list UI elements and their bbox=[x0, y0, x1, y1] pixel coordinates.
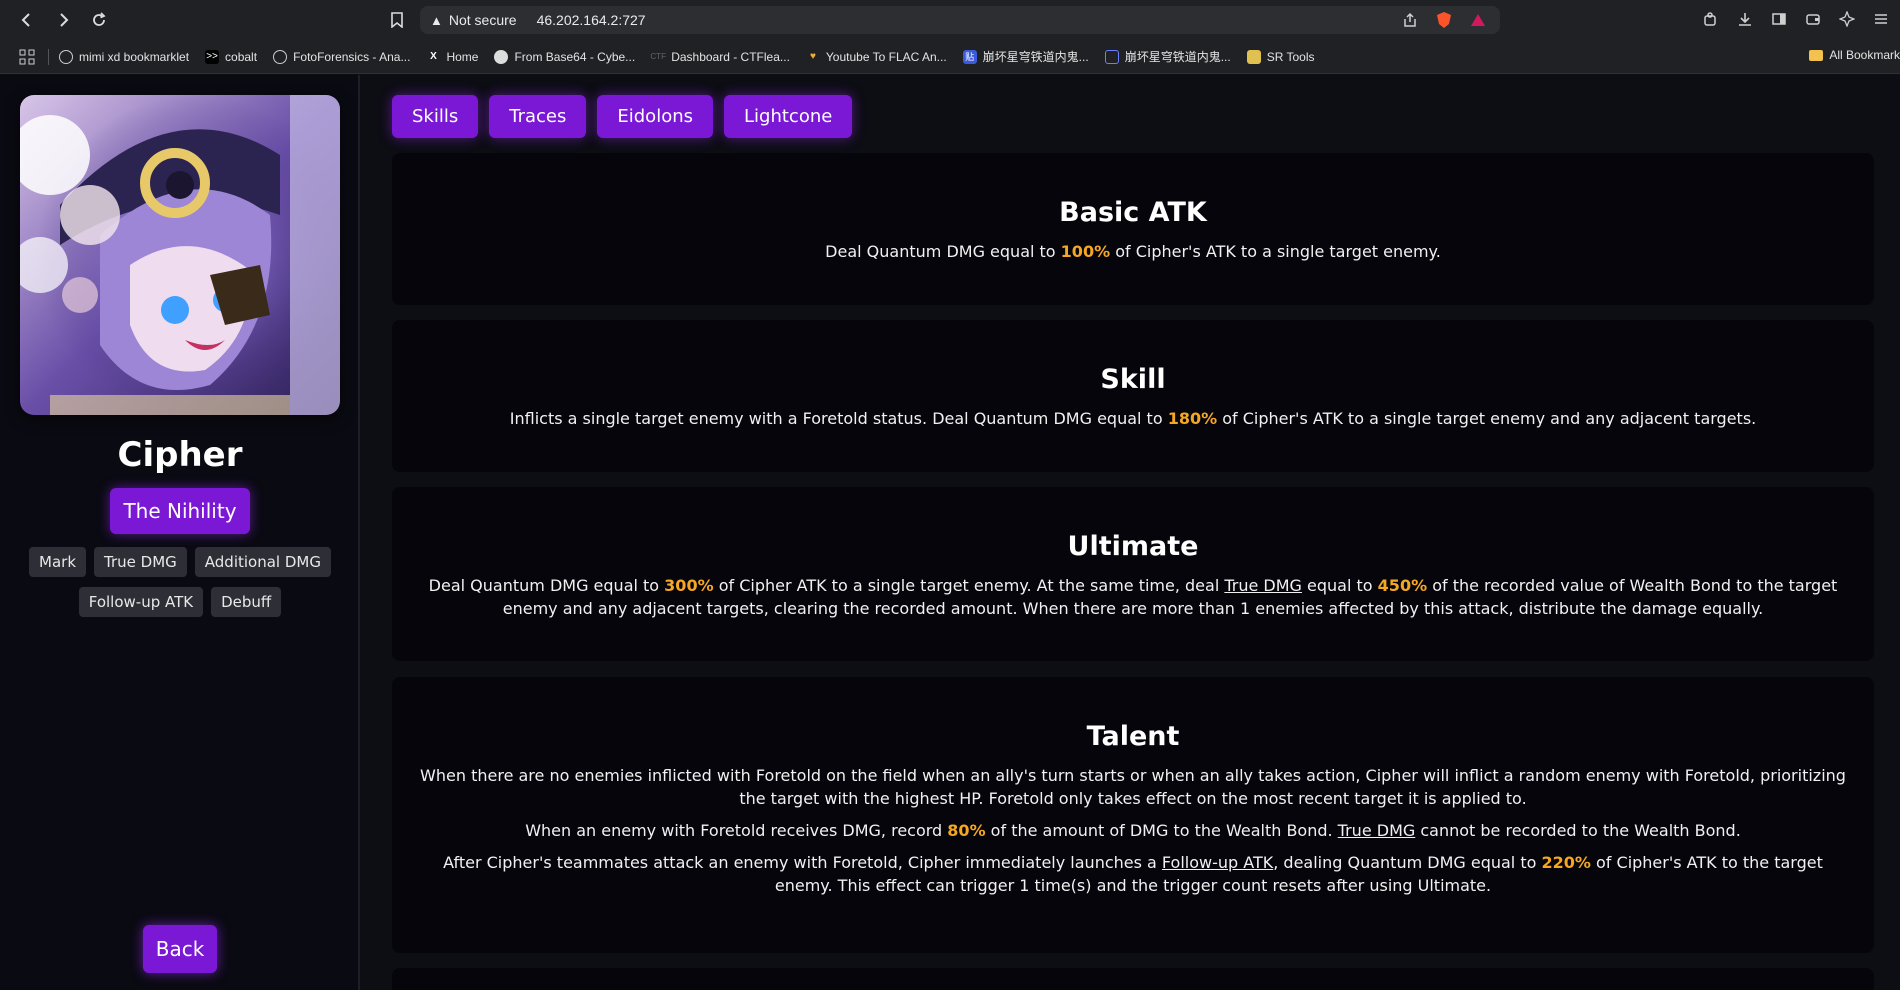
skill-description: Deal Quantum DMG equal to 300% of Cipher… bbox=[428, 576, 1838, 618]
bookmark-item[interactable]: SR Tools bbox=[1246, 49, 1315, 64]
bookmark-label: Dashboard - CTFlea... bbox=[671, 49, 790, 64]
reload-icon[interactable] bbox=[84, 5, 114, 35]
download-icon[interactable] bbox=[1734, 8, 1756, 30]
character-sidebar: Cipher The Nihility Mark True DMG Additi… bbox=[0, 75, 360, 990]
bookmark-item[interactable]: X Home bbox=[426, 50, 478, 64]
tab-lightcone[interactable]: Lightcone bbox=[724, 95, 853, 138]
bookmark-label: Youtube To FLAC An... bbox=[825, 49, 947, 64]
bookmark-item[interactable]: ♥ Youtube To FLAC An... bbox=[806, 50, 947, 64]
skill-description: Inflicts a single target enemy with a Fo… bbox=[509, 409, 1757, 428]
page-content: Cipher The Nihility Mark True DMG Additi… bbox=[0, 75, 1900, 990]
bookmark-label: 崩坏星穹铁道内鬼... bbox=[1124, 50, 1231, 64]
browser-toolbar: ▲ Not secure 46.202.164.2:727 bbox=[0, 0, 1900, 40]
character-portrait bbox=[20, 95, 340, 415]
skill-description: After Cipher's teammates attack an enemy… bbox=[443, 853, 1823, 895]
apps-grid-icon[interactable] bbox=[16, 46, 38, 68]
forward-arrow-icon[interactable] bbox=[48, 5, 78, 35]
character-name: Cipher bbox=[117, 435, 243, 475]
bookmark-label: FotoForensics - Ana... bbox=[293, 49, 411, 64]
security-label[interactable]: Not secure bbox=[449, 12, 517, 28]
skill-card-basic-atk: Basic ATK Deal Quantum DMG equal to 100%… bbox=[392, 153, 1874, 305]
bookmark-item[interactable]: From Base64 - Cybe... bbox=[494, 49, 636, 64]
character-tags: Mark True DMG Additional DMG Follow-up A… bbox=[20, 547, 340, 617]
site-logo-icon bbox=[1104, 49, 1119, 64]
main-panel: Skills Traces Eidolons Lightcone Basic A… bbox=[392, 75, 1874, 990]
tab-skills[interactable]: Skills bbox=[392, 95, 479, 138]
leo-ai-icon[interactable] bbox=[1836, 8, 1858, 30]
tag-additional-dmg: Additional DMG bbox=[194, 547, 331, 577]
aperture-icon bbox=[273, 49, 288, 64]
skill-description: When there are no enemies inflicted with… bbox=[420, 766, 1846, 808]
back-arrow-icon[interactable] bbox=[12, 5, 42, 35]
extensions-icon[interactable] bbox=[1700, 8, 1722, 30]
tag-true-dmg: True DMG bbox=[94, 547, 187, 577]
bookmark-item[interactable]: FotoForensics - Ana... bbox=[273, 49, 411, 64]
value-highlight: 180% bbox=[1167, 409, 1218, 428]
tools-icon bbox=[1246, 49, 1261, 64]
bookmark-item[interactable]: 崩坏星穹铁道内鬼... bbox=[1104, 48, 1231, 65]
keyword-link-true-dmg[interactable]: True DMG bbox=[1338, 821, 1416, 840]
menu-icon[interactable] bbox=[1870, 8, 1892, 30]
skill-card-next bbox=[392, 968, 1874, 990]
bookmarks-separator bbox=[48, 48, 49, 65]
skill-title: Skill bbox=[1100, 364, 1166, 395]
bookmark-item[interactable]: CTF Dashboard - CTFlea... bbox=[650, 49, 790, 64]
site-logo-icon: 贴 bbox=[962, 49, 977, 64]
path-badge[interactable]: The Nihility bbox=[110, 488, 250, 534]
bookmark-item[interactable]: mimi xd bookmarklet bbox=[59, 49, 190, 64]
x-logo-icon: X bbox=[430, 51, 437, 62]
skill-description: When an enemy with Foretold receives DMG… bbox=[525, 821, 1741, 840]
value-highlight: 450% bbox=[1377, 576, 1428, 595]
bookmark-page-icon[interactable] bbox=[386, 9, 408, 31]
tag-follow-up-atk: Follow-up ATK bbox=[78, 587, 204, 617]
skill-title: Talent bbox=[1086, 721, 1180, 752]
url-text[interactable]: 46.202.164.2:727 bbox=[537, 12, 646, 28]
bookmark-label: SR Tools bbox=[1266, 49, 1315, 64]
skill-title: Ultimate bbox=[1067, 531, 1199, 562]
bookmark-item[interactable]: >> cobalt bbox=[205, 49, 258, 64]
bookmarks-bar: mimi xd bookmarklet >> cobalt FotoForensi… bbox=[0, 40, 1900, 74]
brave-shield-icon[interactable] bbox=[1434, 10, 1454, 30]
skill-card-skill: Skill Inflicts a single target enemy wit… bbox=[392, 320, 1874, 472]
keyword-link-follow-up-atk[interactable]: Follow-up ATK bbox=[1162, 853, 1273, 872]
bookmark-label: Home bbox=[446, 49, 479, 64]
brave-rewards-icon[interactable] bbox=[1468, 10, 1488, 30]
skill-description: Deal Quantum DMG equal to 100% of Cipher… bbox=[825, 242, 1441, 261]
section-tabs: Skills Traces Eidolons Lightcone bbox=[392, 95, 853, 138]
bookmark-label: mimi xd bookmarklet bbox=[79, 49, 190, 64]
folder-icon bbox=[1809, 49, 1824, 61]
skill-card-ultimate: Ultimate Deal Quantum DMG equal to 300% … bbox=[392, 487, 1874, 661]
terminal-icon: >> bbox=[205, 49, 220, 64]
all-bookmarks-label: All Bookmark bbox=[1829, 48, 1900, 62]
keyword-link-true-dmg[interactable]: True DMG bbox=[1224, 576, 1302, 595]
all-bookmarks[interactable]: All Bookmark bbox=[1809, 48, 1900, 62]
value-highlight: 300% bbox=[664, 576, 714, 595]
bookmark-label: 崩坏星穹铁道内鬼... bbox=[982, 50, 1089, 64]
value-highlight: 100% bbox=[1060, 242, 1111, 261]
back-button[interactable]: Back bbox=[143, 925, 217, 973]
tag-debuff: Debuff bbox=[211, 587, 282, 617]
skill-title: Basic ATK bbox=[1059, 197, 1207, 228]
bookmark-label: cobalt bbox=[225, 49, 258, 64]
tab-traces[interactable]: Traces bbox=[489, 95, 587, 138]
tab-eidolons[interactable]: Eidolons bbox=[597, 95, 713, 138]
globe-icon bbox=[59, 49, 73, 64]
skill-card-talent: Talent When there are no enemies inflict… bbox=[392, 677, 1874, 953]
share-icon[interactable] bbox=[1400, 10, 1420, 30]
tag-mark: Mark bbox=[29, 547, 87, 577]
address-bar[interactable]: ▲ Not secure 46.202.164.2:727 bbox=[420, 6, 1500, 34]
value-highlight: 80% bbox=[947, 821, 986, 840]
heart-logo-icon: ♥ bbox=[809, 51, 816, 62]
value-highlight: 220% bbox=[1541, 853, 1591, 872]
ctf-icon: CTF bbox=[650, 52, 666, 61]
bookmark-item[interactable]: 贴崩坏星穹铁道内鬼... bbox=[962, 48, 1089, 65]
chef-hat-icon bbox=[494, 49, 509, 64]
warning-icon: ▲ bbox=[430, 12, 443, 28]
sidebar-toggle-icon[interactable] bbox=[1768, 8, 1790, 30]
bookmark-label: From Base64 - Cybe... bbox=[514, 49, 636, 64]
wallet-icon[interactable] bbox=[1802, 8, 1824, 30]
